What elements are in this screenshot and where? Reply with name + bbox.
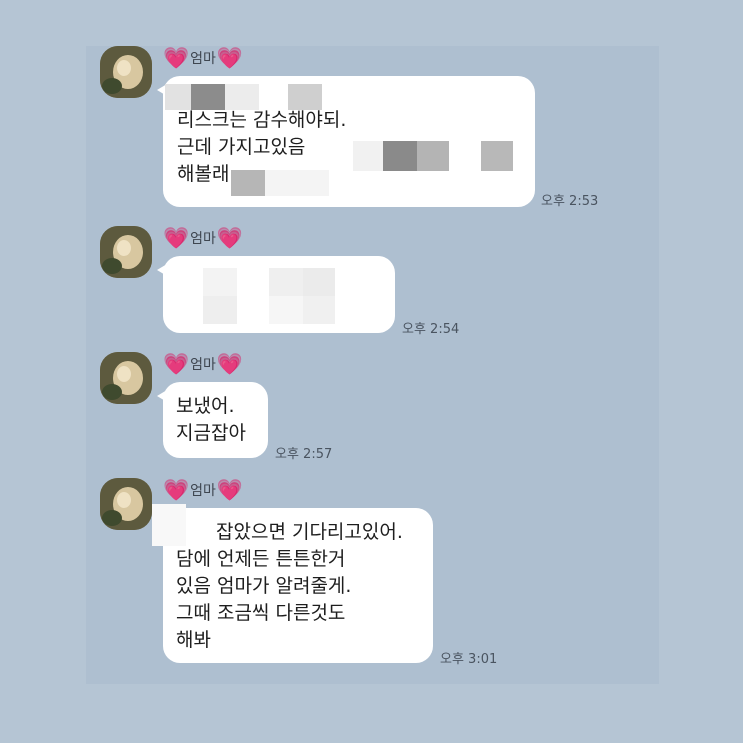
message-line: 지금잡아 (176, 422, 246, 444)
bubble-tail (157, 264, 167, 276)
bubble-tail (157, 390, 167, 402)
pink-heart-icon: 💗 (163, 226, 190, 250)
message-line: 해볼래 (177, 163, 230, 185)
redacted-block (383, 141, 417, 171)
message-line: 리스크는 감수해야되. (177, 109, 347, 131)
pink-heart-icon: 💗 (216, 46, 244, 70)
pink-heart-icon: 💗 (163, 46, 190, 70)
redacted-block (288, 84, 322, 110)
message-timestamp: 오후 3:01 (440, 652, 498, 667)
avatar-photo-icon (100, 226, 152, 278)
sender-name: 엄마 (190, 51, 216, 67)
redacted-block (417, 141, 449, 171)
avatar-photo-icon (100, 46, 152, 98)
message-line: 해봐 (176, 629, 211, 651)
sender-label: 💗 엄마 💗 (163, 47, 243, 69)
redacted-block (303, 296, 335, 324)
sender-name: 엄마 (190, 357, 216, 373)
message-bubble[interactable] (157, 256, 395, 333)
message-timestamp: 오후 2:54 (402, 322, 460, 337)
sender-label: 💗 엄마 💗 (163, 353, 243, 375)
redacted-block (481, 141, 513, 171)
sender-name: 엄마 (190, 231, 216, 247)
avatar[interactable] (100, 226, 152, 278)
avatar-photo-icon (100, 352, 152, 404)
redacted-block (303, 268, 335, 296)
redacted-block (269, 268, 303, 296)
sender-name: 엄마 (190, 483, 216, 499)
pink-heart-icon: 💗 (216, 226, 244, 250)
message-line: 그때 조금씩 다른것도 (176, 602, 346, 624)
pink-heart-icon: 💗 (216, 352, 244, 376)
message-line: 잡았으면 기다리고있어. (216, 521, 403, 543)
avatar[interactable] (100, 478, 152, 530)
redacted-block (225, 84, 259, 110)
redacted-block (152, 504, 186, 546)
message-bubble[interactable]: 보냈어. 지금잡아 (157, 382, 268, 458)
pink-heart-icon: 💗 (216, 478, 244, 502)
sender-label: 💗 엄마 💗 (163, 227, 243, 249)
sender-label: 💗 엄마 💗 (163, 479, 243, 501)
message-line: 담에 언제든 튼튼한거 (176, 548, 346, 570)
redacted-block (265, 170, 329, 196)
message-timestamp: 오후 2:57 (275, 447, 333, 462)
avatar[interactable] (100, 46, 152, 98)
avatar-photo-icon (100, 478, 152, 530)
redacted-block (353, 141, 383, 171)
avatar[interactable] (100, 352, 152, 404)
message-timestamp: 오후 2:53 (541, 194, 599, 209)
message-line: 근데 가지고있음 (177, 136, 306, 158)
redacted-block (231, 170, 265, 196)
pink-heart-icon: 💗 (163, 352, 190, 376)
message-line: 있음 엄마가 알려줄게. (176, 575, 352, 597)
message-line: 보냈어. (176, 395, 235, 417)
redacted-block (203, 268, 237, 296)
message-bubble[interactable]: 잡았으면 기다리고있어. 담에 언제든 튼튼한거 있음 엄마가 알려줄게. 그때… (157, 508, 433, 663)
redacted-block (191, 84, 225, 110)
redacted-block (269, 296, 303, 324)
redacted-block (203, 296, 237, 324)
message-bubble[interactable]: 리스크는 감수해야되. 근데 가지고있음 해볼래 (157, 76, 535, 207)
pink-heart-icon: 💗 (163, 478, 190, 502)
redacted-block (165, 84, 191, 110)
